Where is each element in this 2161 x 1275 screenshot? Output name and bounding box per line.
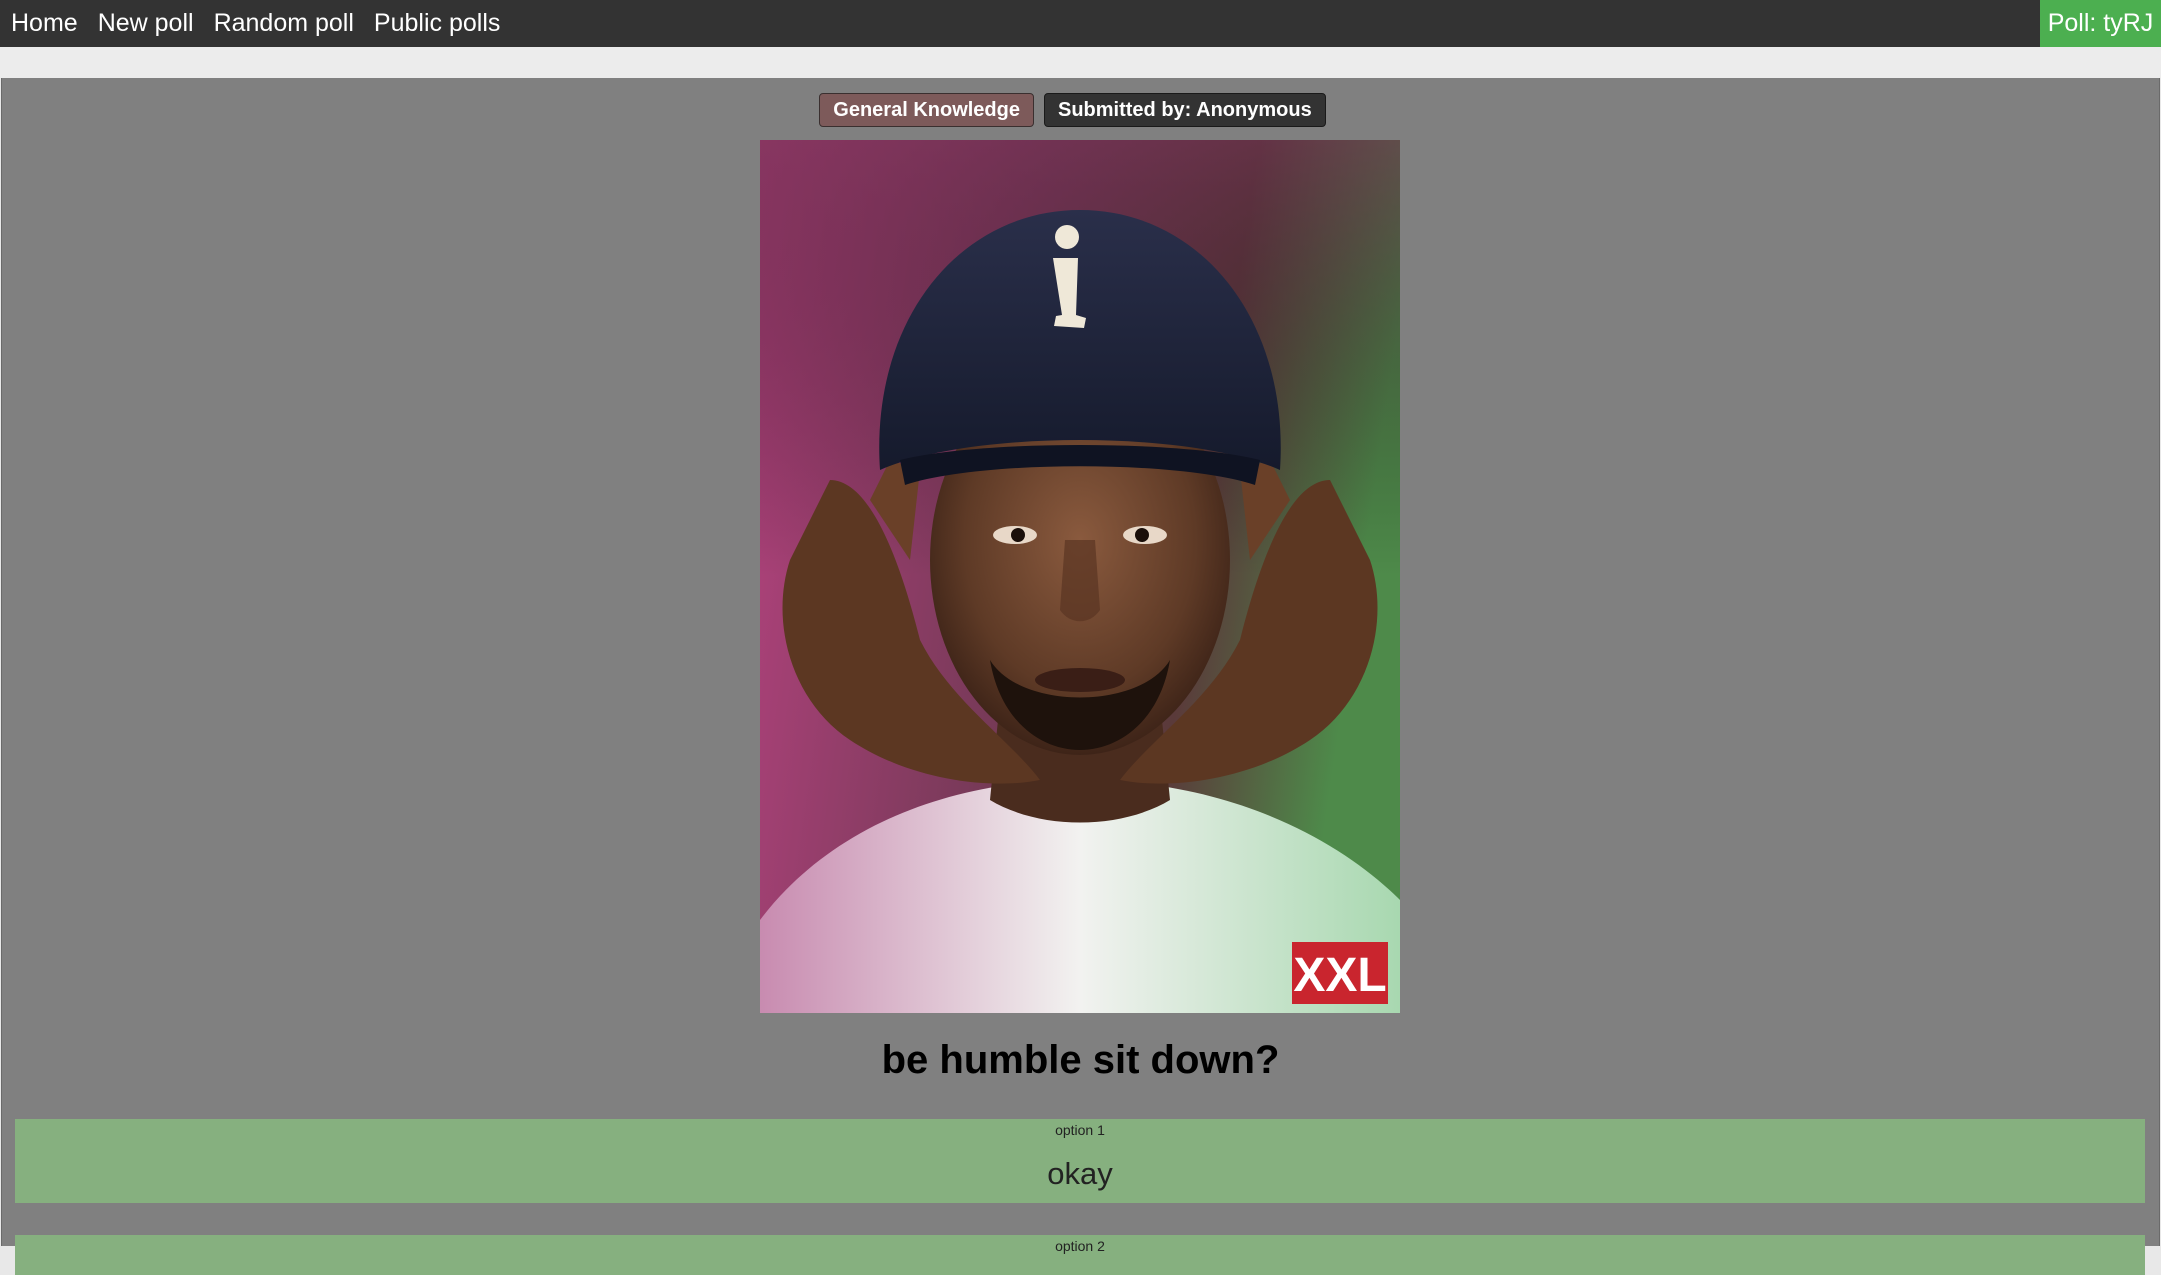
option-text: okay (1047, 1156, 1113, 1191)
poll-question: be humble sit down? (881, 1038, 1280, 1082)
header-spacer (0, 47, 2161, 78)
submitted-by-tag: Submitted by: Anonymous (1044, 93, 1326, 127)
poll-container: General Knowledge Submitted by: Anonymou… (1, 78, 2160, 1275)
top-navigation-bar: Home New poll Random poll Public polls P… (0, 0, 2161, 47)
poll-id-badge: Poll: tyRJ (2040, 0, 2161, 47)
poll-option-1[interactable]: option 1 okay (15, 1119, 2145, 1203)
nav-new-poll-link[interactable]: New poll (98, 0, 194, 47)
category-tag[interactable]: General Knowledge (819, 93, 1034, 127)
option-label: option 1 (1055, 1122, 1105, 1138)
nav-public-polls-link[interactable]: Public polls (374, 0, 500, 47)
nav-random-poll-link[interactable]: Random poll (214, 0, 354, 47)
poll-image: XXL (760, 140, 1400, 1013)
portrait-photo: XXL (760, 140, 1400, 1013)
magazine-logo: XXL (1293, 949, 1386, 1002)
poll-option-2[interactable]: option 2 (15, 1235, 2145, 1275)
nav-home-link[interactable]: Home (11, 0, 78, 47)
poll-tags: General Knowledge Submitted by: Anonymou… (2, 93, 2159, 127)
option-label: option 2 (1055, 1238, 1105, 1254)
